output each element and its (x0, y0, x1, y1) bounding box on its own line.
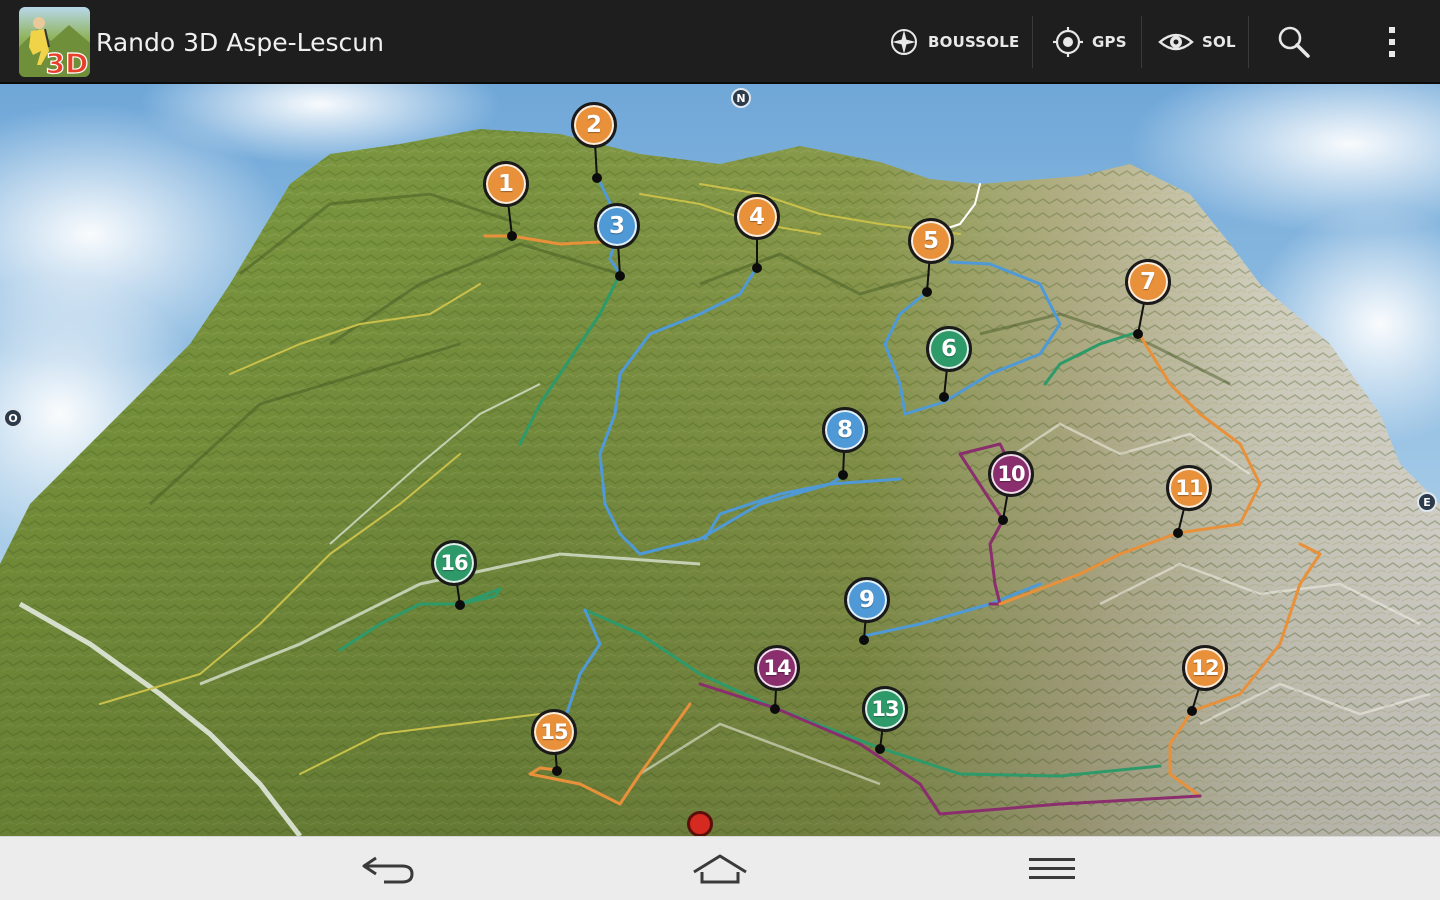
hike-marker-8[interactable]: 8 (822, 407, 868, 453)
terrain-render (0, 84, 1440, 836)
marker-pin-point (1133, 329, 1143, 339)
marker-pin-point (875, 744, 885, 754)
back-arrow-icon (362, 856, 414, 884)
marker-pin-point (615, 271, 625, 281)
app-title: Rando 3D Aspe-Lescun (96, 28, 384, 57)
hike-marker-14[interactable]: 14 (754, 645, 800, 691)
hike-marker-15[interactable]: 15 (531, 709, 577, 755)
marker-pin-point (1187, 706, 1197, 716)
marker-pin-point (998, 515, 1008, 525)
eye-icon (1158, 33, 1194, 51)
hike-marker-11[interactable]: 11 (1166, 465, 1212, 511)
hike-marker-1[interactable]: 1 (483, 161, 529, 207)
home-icon (693, 854, 747, 884)
hike-marker-13[interactable]: 13 (862, 686, 908, 732)
hike-marker-16[interactable]: 16 (431, 540, 477, 586)
hike-marker-5[interactable]: 5 (908, 218, 954, 264)
system-navigation-bar (0, 836, 1440, 900)
app-logo-icon[interactable]: 3D (19, 7, 90, 77)
hike-marker-12[interactable]: 12 (1182, 645, 1228, 691)
hike-marker-10[interactable]: 10 (988, 451, 1034, 497)
svg-text:3D: 3D (46, 47, 89, 77)
compass-button-label: BOUSSOLE (928, 33, 1020, 51)
marker-pin-point (1173, 528, 1183, 538)
gps-target-icon (1053, 27, 1083, 57)
back-button[interactable] (348, 845, 428, 893)
menu-lines-icon (1029, 858, 1075, 879)
marker-pin-point (552, 766, 562, 776)
gps-button-label: GPS (1092, 33, 1127, 51)
compass-east-marker[interactable]: E (1417, 492, 1437, 512)
marker-pin-point (752, 263, 762, 273)
hike-marker-7[interactable]: 7 (1125, 259, 1171, 305)
compass-icon (891, 29, 917, 55)
gps-button[interactable]: GPS (1052, 0, 1127, 84)
current-position-indicator (687, 811, 713, 836)
home-button[interactable] (680, 845, 760, 893)
marker-pin-point (507, 231, 517, 241)
ground-view-button-label: SOL (1202, 33, 1236, 51)
app-screen: 3D Rando 3D Aspe-Lescun BOUSSOLE GPS SOL… (0, 0, 1440, 900)
marker-pin-point (770, 704, 780, 714)
search-button[interactable] (1276, 0, 1312, 84)
marker-pin-point (592, 173, 602, 183)
terrain-map-3d[interactable]: N O E 1 2 3 4 5 6 7 8 9 10 11 12 13 14 15 16 (0, 84, 1440, 836)
compass-button[interactable]: BOUSSOLE (888, 0, 1019, 84)
marker-pin-point (939, 392, 949, 402)
action-divider (1032, 16, 1033, 68)
overflow-menu-icon (1389, 27, 1395, 57)
hike-marker-2[interactable]: 2 (571, 102, 617, 148)
search-icon (1278, 26, 1310, 58)
action-divider (1248, 16, 1249, 68)
compass-west-marker[interactable]: O (3, 408, 23, 428)
marker-pin-point (922, 287, 932, 297)
action-bar: 3D Rando 3D Aspe-Lescun BOUSSOLE GPS SOL (0, 0, 1440, 84)
recent-apps-button[interactable] (1012, 845, 1092, 893)
compass-north-marker[interactable]: N (731, 88, 751, 108)
hike-marker-6[interactable]: 6 (926, 326, 972, 372)
hike-marker-3[interactable]: 3 (594, 203, 640, 249)
hike-marker-9[interactable]: 9 (844, 577, 890, 623)
overflow-menu-button[interactable] (1380, 0, 1404, 84)
marker-pin-point (455, 600, 465, 610)
hike-marker-4[interactable]: 4 (734, 194, 780, 240)
marker-pin-point (838, 470, 848, 480)
action-divider (1141, 16, 1142, 68)
marker-pin-point (859, 635, 869, 645)
ground-view-button[interactable]: SOL (1158, 0, 1236, 84)
